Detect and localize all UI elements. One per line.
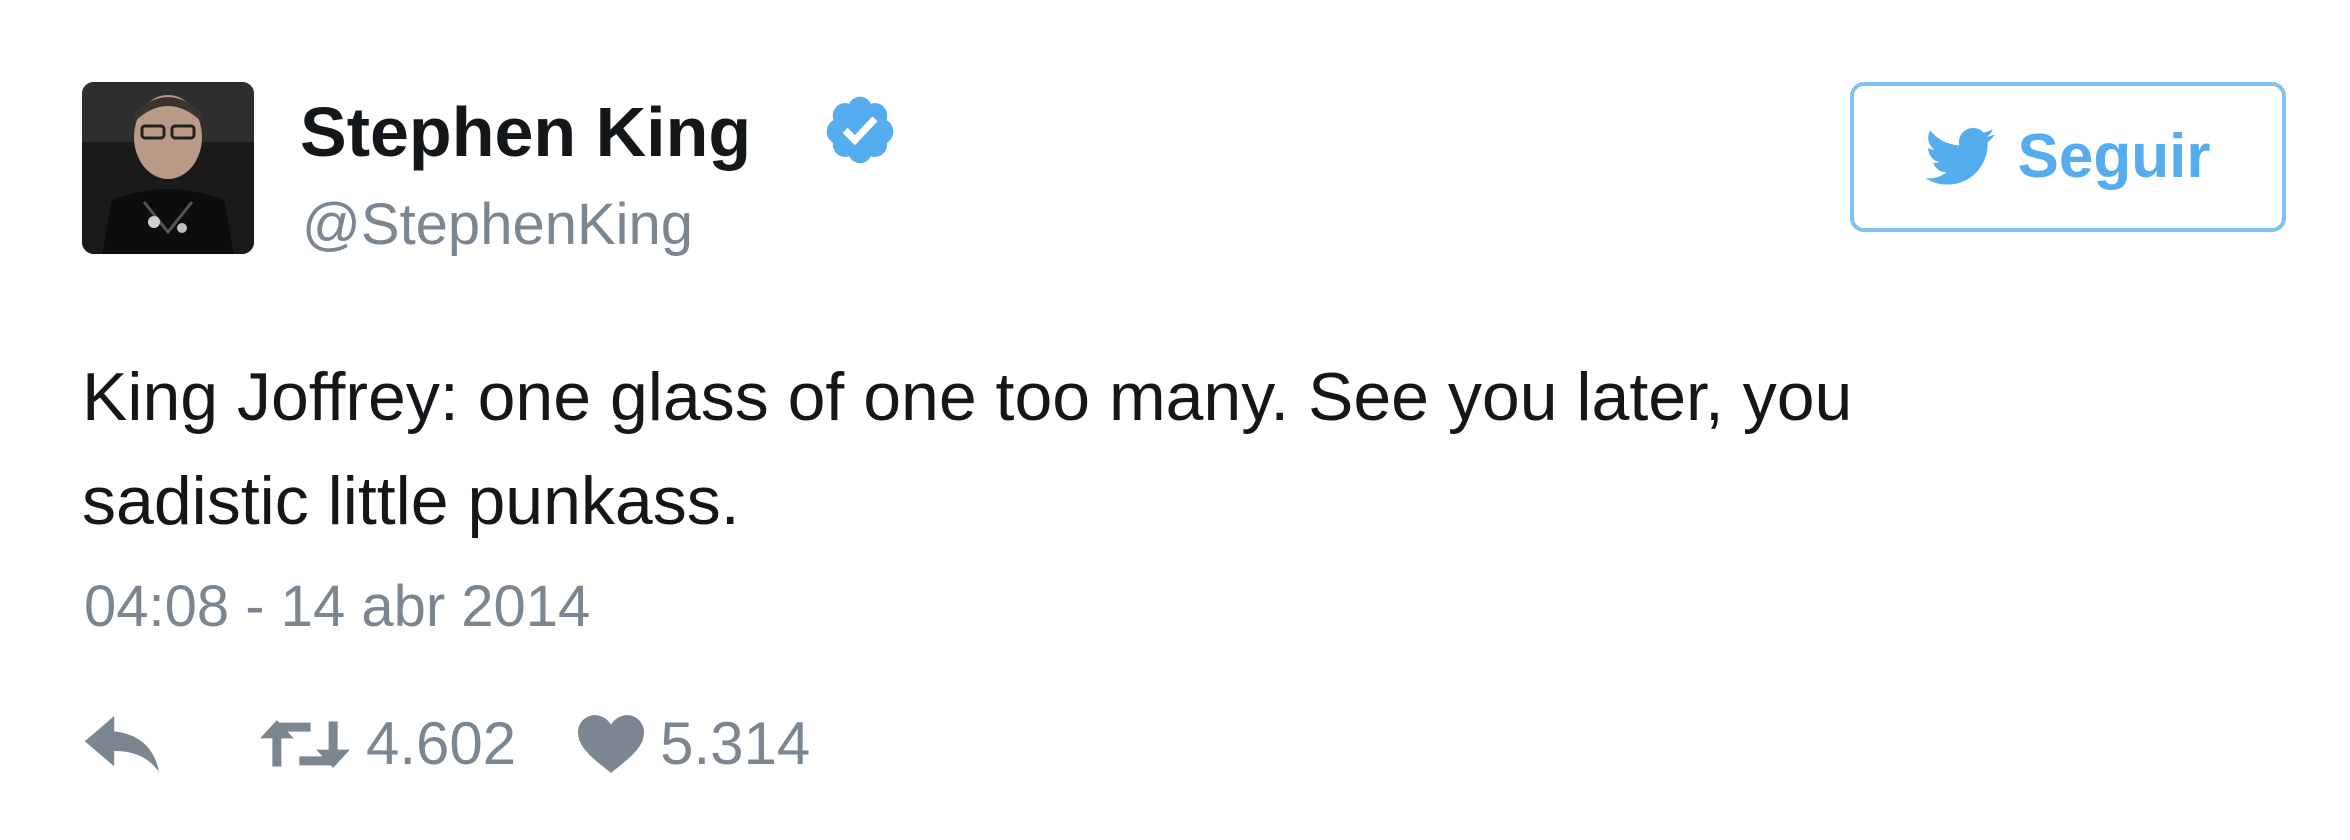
retweet-count: 4.602	[366, 710, 517, 777]
retweet-icon	[260, 720, 350, 768]
avatar-photo	[82, 82, 254, 254]
follow-button[interactable]: Seguir	[1850, 82, 2286, 232]
retweet-button[interactable]: 4.602	[260, 709, 516, 779]
display-name[interactable]: Stephen King	[300, 92, 751, 172]
verified-badge-icon	[826, 96, 894, 164]
tweet-text: King Joffrey: one glass of one too many.…	[82, 359, 1853, 539]
like-button[interactable]: 5.314	[578, 709, 810, 779]
user-handle[interactable]: @StephenKing	[302, 190, 693, 260]
follow-button-label: Seguir	[2017, 122, 2211, 191]
like-count: 5.314	[660, 710, 811, 777]
avatar[interactable]	[82, 82, 254, 254]
tweet-card: Stephen King @StephenKing Seguir King Jo…	[0, 0, 2350, 840]
reply-icon	[84, 716, 159, 772]
heart-icon	[578, 715, 645, 773]
reply-button[interactable]	[84, 716, 164, 772]
tweet-timestamp[interactable]: 04:08 - 14 abr 2014	[84, 572, 590, 642]
twitter-bird-icon	[1925, 128, 1995, 185]
tweet-actions: 4.602 5.314	[84, 704, 810, 784]
